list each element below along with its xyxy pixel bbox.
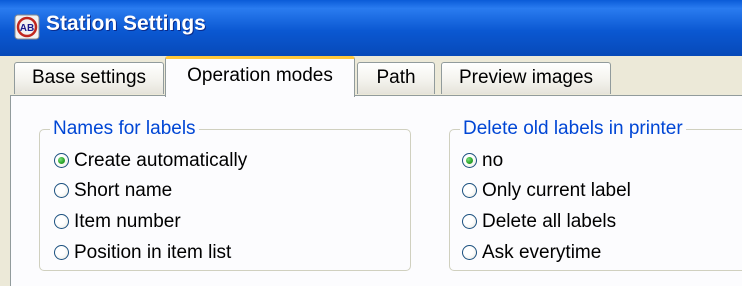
option-label: Position in item list: [74, 242, 232, 263]
group-legend: Names for labels: [50, 118, 199, 140]
window-title: Station Settings: [46, 12, 206, 35]
app-logo-icon: AB: [14, 14, 40, 40]
radio-button[interactable]: [54, 214, 69, 229]
tab-preview-images[interactable]: Preview images: [441, 62, 611, 94]
option-label: Only current label: [482, 180, 631, 201]
tab-label: Preview images: [458, 67, 594, 88]
radio-button[interactable]: [462, 183, 477, 198]
tab-label: Operation modes: [187, 65, 333, 86]
option-label: Create automatically: [74, 150, 248, 171]
option-label: Delete all labels: [482, 211, 617, 232]
station-settings-window: AB Station Settings Base settings Operat…: [0, 0, 742, 286]
radio-button[interactable]: [54, 245, 69, 260]
option-label: Ask everytime: [482, 242, 602, 263]
title-bar[interactable]: AB Station Settings: [0, 0, 742, 56]
radio-button[interactable]: [54, 153, 69, 168]
names-for-labels-group: Names for labels Create automatically Sh…: [39, 118, 411, 271]
option-label: no: [482, 150, 504, 171]
tab-label: Base settings: [31, 67, 147, 88]
svg-text:AB: AB: [20, 23, 34, 34]
tab-base-settings[interactable]: Base settings: [14, 62, 164, 94]
radio-button[interactable]: [54, 183, 69, 198]
radio-button[interactable]: [462, 153, 477, 168]
tab-operation-modes[interactable]: Operation modes: [165, 56, 355, 97]
tab-path[interactable]: Path: [357, 62, 435, 94]
option-label: Item number: [74, 211, 181, 232]
operation-modes-panel: Names for labels Create automatically Sh…: [10, 95, 742, 286]
group-legend: Delete old labels in printer: [460, 118, 686, 140]
tab-label: Path: [376, 67, 416, 88]
delete-old-labels-group: Delete old labels in printer no Only cur…: [449, 118, 742, 271]
option-label: Short name: [74, 180, 173, 201]
radio-button[interactable]: [462, 245, 477, 260]
radio-button[interactable]: [462, 214, 477, 229]
